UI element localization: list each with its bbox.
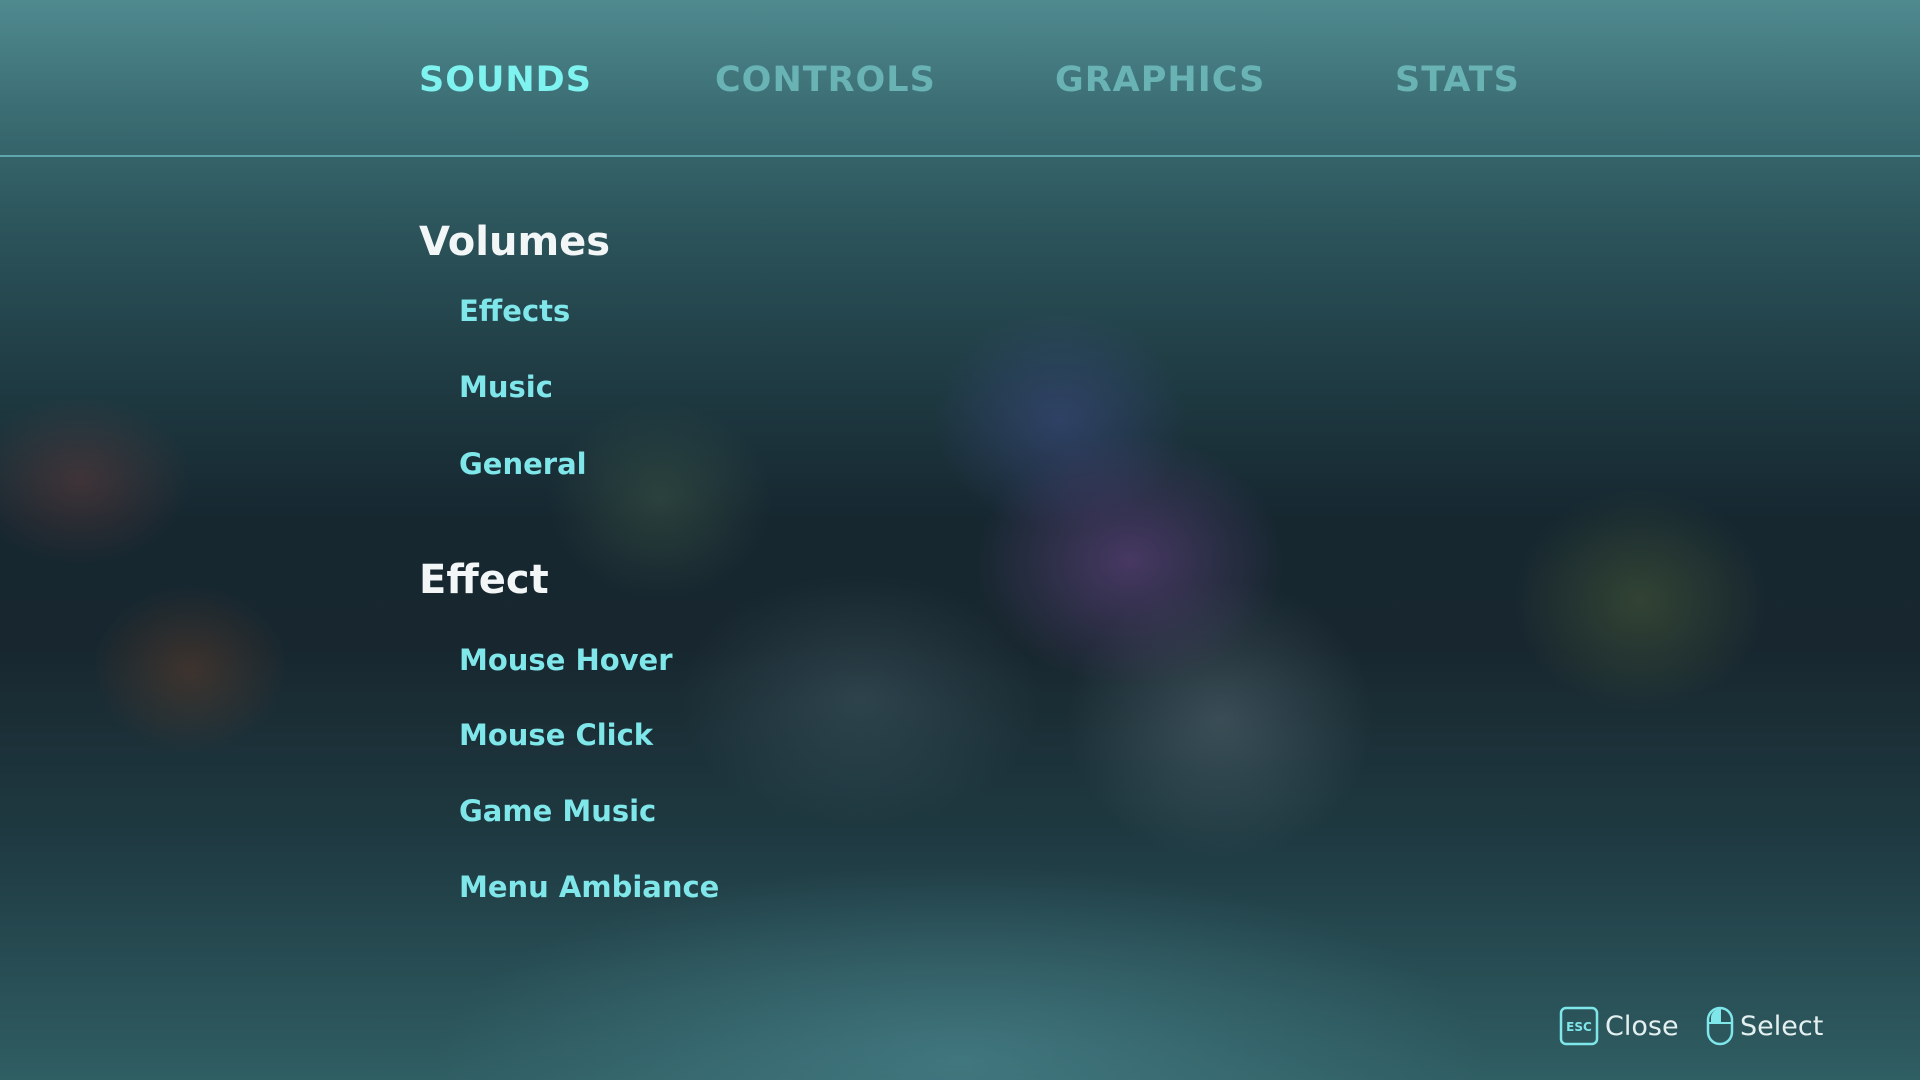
settings-tab-bar: SOUNDS CONTROLS GRAPHICS STATS bbox=[0, 0, 1920, 157]
tab-graphics[interactable]: GRAPHICS bbox=[1055, 54, 1265, 106]
esc-key-icon: ESC bbox=[1559, 1006, 1599, 1046]
select-hint[interactable]: Select bbox=[1706, 1006, 1823, 1046]
setting-item-menu-ambiance[interactable]: Menu Ambiance bbox=[459, 867, 719, 907]
tab-stats[interactable]: STATS bbox=[1395, 54, 1520, 106]
tab-controls[interactable]: CONTROLS bbox=[715, 54, 936, 106]
setting-item-mouse-click[interactable]: Mouse Click bbox=[459, 715, 653, 755]
close-hint[interactable]: ESC Close bbox=[1559, 1006, 1679, 1046]
section-title-volumes: Volumes bbox=[419, 219, 611, 265]
setting-item-music[interactable]: Music bbox=[459, 367, 553, 407]
section-title-effect: Effect bbox=[419, 557, 549, 603]
setting-item-game-music[interactable]: Game Music bbox=[459, 791, 656, 831]
select-hint-label: Select bbox=[1740, 1010, 1824, 1042]
setting-item-general[interactable]: General bbox=[459, 444, 587, 484]
tab-sounds[interactable]: SOUNDS bbox=[419, 54, 592, 106]
mouse-left-click-icon bbox=[1706, 1006, 1734, 1046]
esc-key-label: ESC bbox=[1566, 1020, 1592, 1034]
setting-item-effects[interactable]: Effects bbox=[459, 291, 570, 331]
setting-item-mouse-hover[interactable]: Mouse Hover bbox=[459, 640, 673, 680]
close-hint-label: Close bbox=[1605, 1010, 1679, 1042]
